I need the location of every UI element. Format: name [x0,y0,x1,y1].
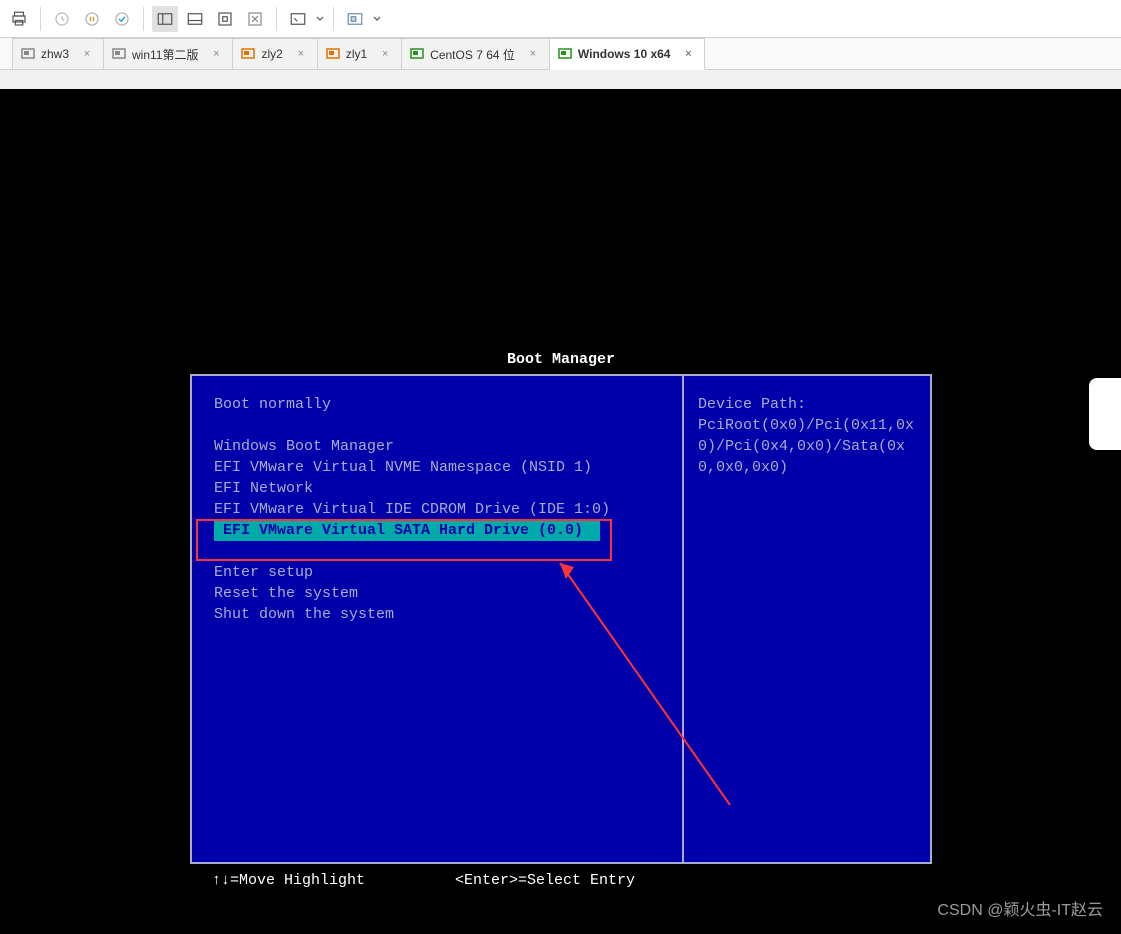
bios-menu-item[interactable]: EFI VMware Virtual IDE CDROM Drive (IDE … [214,499,670,520]
stretch-icon[interactable] [242,6,268,32]
spacer [214,541,670,562]
close-icon[interactable]: × [527,48,539,60]
spacer [214,415,670,436]
vm-console[interactable]: Boot Manager Boot normally Windows Boot … [0,89,1121,934]
bios-left-panel[interactable]: Boot normally Windows Boot ManagerEFI VM… [190,374,682,864]
close-icon[interactable]: × [210,48,222,60]
close-icon[interactable]: × [682,48,694,60]
tab-zly1[interactable]: zly1 × [317,38,402,69]
snapshot-recent-icon[interactable] [49,6,75,32]
bios-body: Boot normally Windows Boot ManagerEFI VM… [190,374,932,864]
tab-Windows-10-x64[interactable]: Windows 10 x64 × [549,38,706,70]
side-handle[interactable] [1089,378,1121,450]
tab-zhw3[interactable]: zhw3 × [12,38,104,69]
vm-icon [21,47,35,61]
bios-menu-item[interactable]: Reset the system [214,583,670,604]
vm-icon [112,47,126,61]
tab-label: zly2 [261,47,282,61]
bios-boot-manager: Boot Manager Boot normally Windows Boot … [190,349,932,889]
toolbar [0,0,1121,38]
bios-title: Boot Manager [190,349,932,370]
footer-move-hint: ↑↓=Move Highlight [212,870,365,891]
separator [333,7,334,31]
bios-menu-item[interactable]: EFI VMware Virtual NVME Namespace (NSID … [214,457,670,478]
watermark: CSDN @颖火虫-IT赵云 [937,896,1103,920]
close-icon[interactable]: × [81,48,93,60]
separator [276,7,277,31]
tab-label: CentOS 7 64 位 [430,46,515,63]
fullscreen-icon[interactable] [285,6,311,32]
separator [143,7,144,31]
print-icon[interactable] [6,6,32,32]
tab-zly2[interactable]: zly2 × [232,38,317,69]
tab-win11第二版[interactable]: win11第二版 × [103,38,233,69]
fit-guest-icon[interactable] [212,6,238,32]
tab-label: zly1 [346,47,367,61]
tabbar: zhw3×win11第二版×zly2×zly1×CentOS 7 64 位×Wi… [0,38,1121,70]
vm-icon [558,47,572,61]
tab-label: Windows 10 x64 [578,47,671,61]
device-path-label: Device Path: [698,394,916,415]
close-icon[interactable]: × [379,48,391,60]
snapshot-manage-icon[interactable] [109,6,135,32]
bios-menu-item[interactable]: Windows Boot Manager [214,436,670,457]
bios-menu-item[interactable]: Enter setup [214,562,670,583]
vm-icon [241,47,255,61]
tab-label: win11第二版 [132,46,198,63]
tab-label: zhw3 [41,47,69,61]
bios-footer: ↑↓=Move Highlight <Enter>=Select Entry [190,864,932,891]
separator [40,7,41,31]
device-path-value: PciRoot(0x0)/Pci(0x11,0x0)/Pci(0x4,0x0)/… [698,415,916,478]
close-icon[interactable]: × [295,48,307,60]
bios-menu-item[interactable]: Boot normally [214,394,670,415]
vm-icon [410,47,424,61]
snapshot-pause-icon[interactable] [79,6,105,32]
unity-dropdown-icon[interactable] [372,15,382,23]
vm-icon [326,47,340,61]
thumbnail-bar-icon[interactable] [182,6,208,32]
bios-menu-item[interactable]: Shut down the system [214,604,670,625]
footer-enter-hint: <Enter>=Select Entry [455,870,635,891]
bios-right-panel: Device Path: PciRoot(0x0)/Pci(0x11,0x0)/… [682,374,932,864]
fullscreen-dropdown-icon[interactable] [315,15,325,23]
show-library-icon[interactable] [152,6,178,32]
bios-menu-item[interactable]: EFI VMware Virtual SATA Hard Drive (0.0) [214,520,600,541]
unity-icon[interactable] [342,6,368,32]
bios-menu-item[interactable]: EFI Network [214,478,670,499]
tab-CentOS-7-64-位[interactable]: CentOS 7 64 位 × [401,38,550,69]
